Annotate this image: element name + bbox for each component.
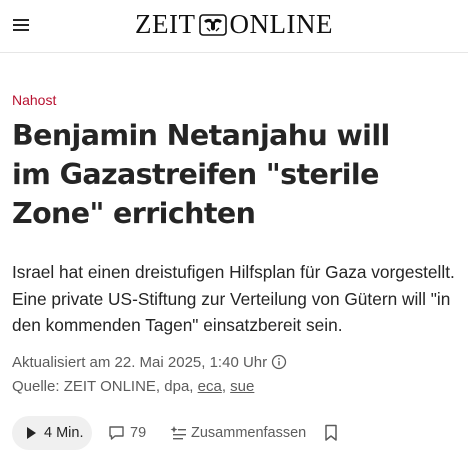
site-logo[interactable]: ZEIT ONLINE [0, 6, 468, 46]
source-prefix: Quelle: ZEIT ONLINE, dpa, [12, 378, 194, 395]
source-line: Quelle: ZEIT ONLINE, dpa, eca, sue [12, 376, 287, 397]
eagle-emblem-icon [198, 10, 228, 46]
updated-timestamp: Aktualisiert am 22. Mai 2025, 1:40 Uhr [12, 354, 268, 371]
play-icon [27, 427, 36, 439]
author-link-eca[interactable]: eca [198, 378, 222, 395]
article-kicker[interactable]: Nahost [12, 91, 56, 109]
article-meta: Aktualisiert am 22. Mai 2025, 1:40 Uhr Q… [12, 352, 287, 397]
comment-count: 79 [130, 425, 147, 441]
info-icon[interactable] [271, 354, 287, 376]
sparkle-list-icon [170, 425, 187, 446]
site-header: ZEIT ONLINE [0, 0, 468, 53]
listen-duration: 4 Min. [44, 425, 84, 441]
logo-text-right: ONLINE [229, 9, 333, 39]
article-summary: Israel hat einen dreistufigen Hilfsplan … [12, 262, 455, 335]
logo-text-left: ZEIT [135, 9, 196, 39]
summarize-label: Zusammenfassen [191, 425, 307, 441]
comment-bubble-icon [108, 425, 125, 446]
bookmark-icon[interactable] [323, 424, 339, 442]
updated-line: Aktualisiert am 22. Mai 2025, 1:40 Uhr [12, 352, 287, 376]
article-headline: Benjamin Netanjahu will im Gazastreifen … [12, 119, 390, 230]
listen-button[interactable]: 4 Min. [12, 416, 92, 450]
source-separator: , [221, 378, 226, 395]
author-link-sue[interactable]: sue [230, 378, 254, 395]
article-actions: 4 Min. 79 Zusammenfassen [12, 416, 452, 450]
